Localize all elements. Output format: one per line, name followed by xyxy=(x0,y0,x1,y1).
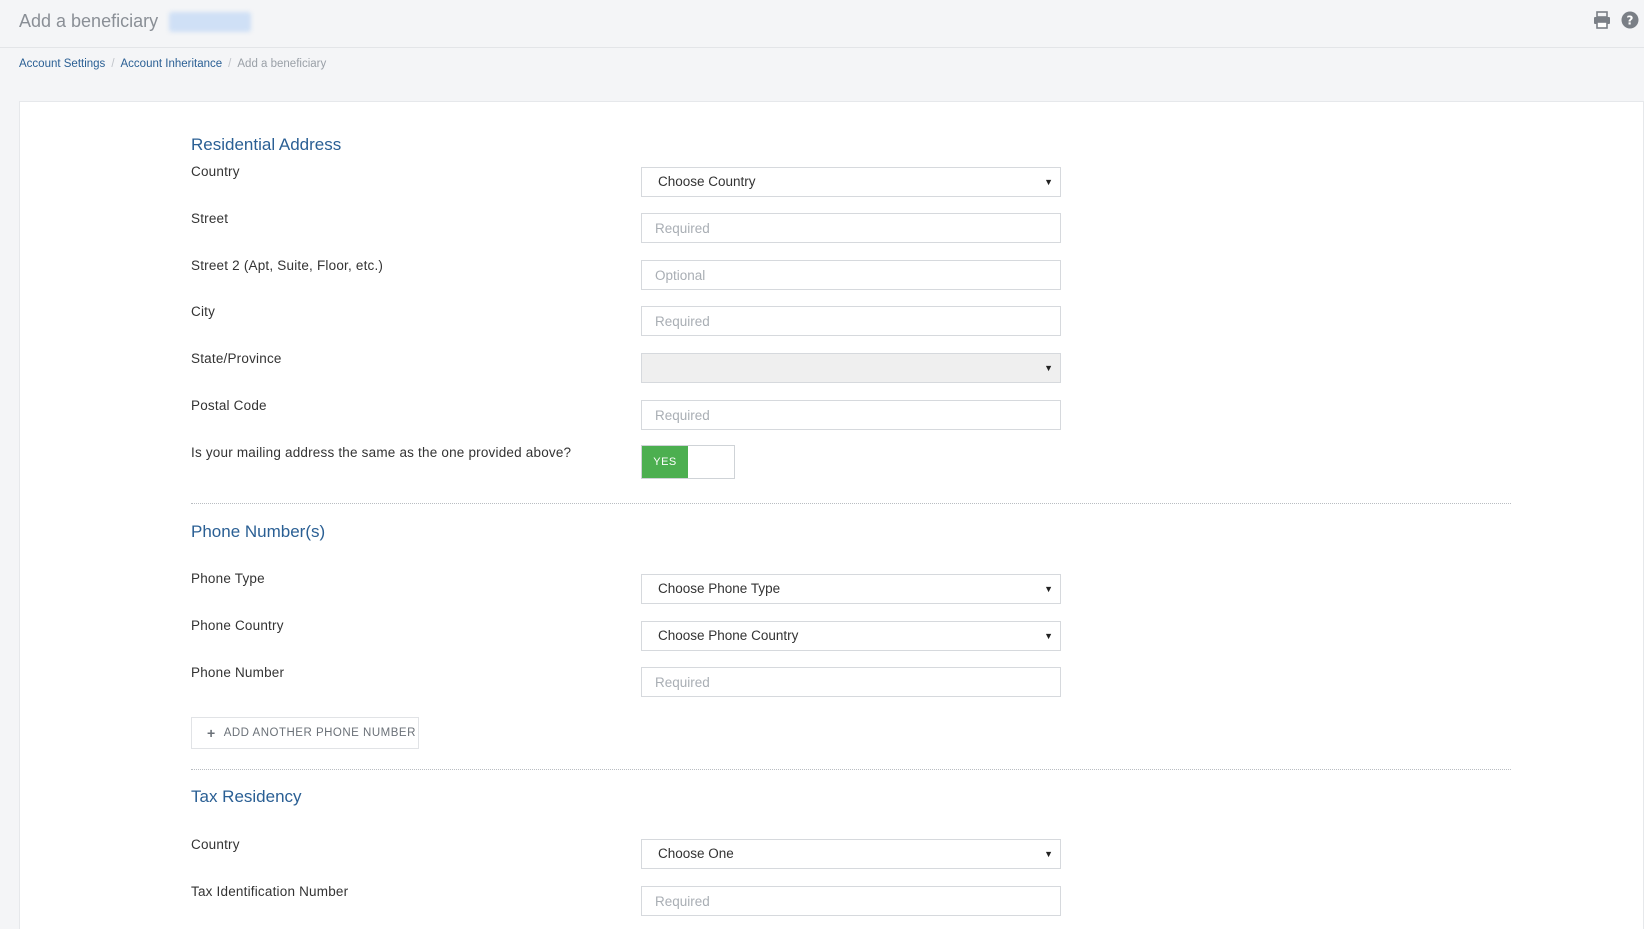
tax-country-select[interactable]: Choose One ▼ xyxy=(641,839,1061,869)
caret-down-icon: ▼ xyxy=(1044,631,1053,641)
caret-down-icon: ▼ xyxy=(1044,363,1053,373)
city-label: City xyxy=(191,304,216,319)
phone-country-label: Phone Country xyxy=(191,618,284,633)
question-circle-icon[interactable]: ? xyxy=(1620,10,1640,30)
street-input[interactable] xyxy=(641,213,1061,243)
state-label: State/Province xyxy=(191,351,282,366)
tax-country-value: Choose One xyxy=(658,846,734,861)
breadcrumb-account-settings[interactable]: Account Settings xyxy=(19,58,105,70)
section-title-phones: Phone Number(s) xyxy=(191,522,326,541)
street2-label: Street 2 (Apt, Suite, Floor, etc.) xyxy=(191,258,384,273)
breadcrumb-current: Add a beneficiary xyxy=(237,58,327,70)
phone-type-value: Choose Phone Type xyxy=(658,581,781,596)
section-title-tax: Tax Residency xyxy=(191,787,302,806)
caret-down-icon: ▼ xyxy=(1044,177,1053,187)
residential-country-select[interactable]: Choose Country ▼ xyxy=(641,167,1061,197)
state-select[interactable]: ▼ xyxy=(641,353,1061,383)
blurred-account-name xyxy=(169,12,251,32)
street-label: Street xyxy=(191,211,229,226)
section-divider xyxy=(191,769,1511,770)
postal-code-input[interactable] xyxy=(641,400,1061,430)
tin-label: Tax Identification Number xyxy=(191,884,349,899)
breadcrumb: Account Settings / Account Inheritance /… xyxy=(19,58,326,70)
phone-type-select[interactable]: Choose Phone Type ▼ xyxy=(641,574,1061,604)
tin-input[interactable] xyxy=(641,886,1061,916)
section-divider xyxy=(191,503,1511,504)
mailing-same-toggle[interactable]: YES xyxy=(641,445,735,479)
caret-down-icon: ▼ xyxy=(1044,849,1053,859)
plus-icon: + xyxy=(207,725,216,741)
phone-type-label: Phone Type xyxy=(191,571,265,586)
mailing-same-label: Is your mailing address the same as the … xyxy=(191,445,572,460)
phone-country-select[interactable]: Choose Phone Country ▼ xyxy=(641,621,1061,651)
beneficiary-form-card: Residential Address Country Choose Count… xyxy=(19,101,1644,929)
printer-icon[interactable] xyxy=(1592,10,1612,30)
caret-down-icon: ▼ xyxy=(1044,584,1053,594)
residential-country-label: Country xyxy=(191,164,240,179)
svg-text:?: ? xyxy=(1627,14,1634,28)
residential-country-value: Choose Country xyxy=(658,174,756,189)
city-input[interactable] xyxy=(641,306,1061,336)
top-bar: Add a beneficiary ? xyxy=(0,0,1644,48)
page-title: Add a beneficiary xyxy=(19,11,159,31)
tax-country-label: Country xyxy=(191,837,240,852)
phone-country-value: Choose Phone Country xyxy=(658,628,799,643)
breadcrumb-account-inheritance[interactable]: Account Inheritance xyxy=(121,58,223,70)
breadcrumb-separator: / xyxy=(228,58,232,70)
toggle-yes-label: YES xyxy=(642,446,688,478)
phone-number-input[interactable] xyxy=(641,667,1061,697)
add-phone-button[interactable]: + ADD ANOTHER PHONE NUMBER xyxy=(191,717,419,749)
section-title-residential: Residential Address xyxy=(191,135,342,154)
street2-input[interactable] xyxy=(641,260,1061,290)
postal-code-label: Postal Code xyxy=(191,398,267,413)
phone-number-label: Phone Number xyxy=(191,665,285,680)
breadcrumb-separator: / xyxy=(111,58,115,70)
add-phone-button-label: ADD ANOTHER PHONE NUMBER xyxy=(223,727,416,739)
